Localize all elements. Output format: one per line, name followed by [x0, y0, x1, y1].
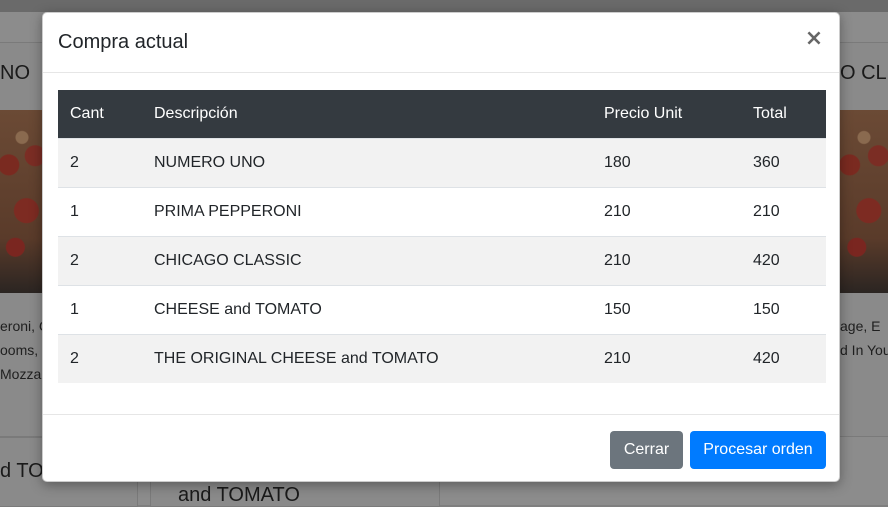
process-order-button[interactable]: Procesar orden: [690, 431, 826, 469]
table-row: 1 PRIMA PEPPERONI 210 210: [58, 186, 826, 236]
cell-qty: 2: [58, 235, 142, 285]
background-card-desc-left-2: ooms,: [0, 342, 39, 358]
cell-total: 360: [741, 137, 826, 187]
background-card-title-right: O CL: [840, 62, 887, 84]
cell-unit-price: 210: [592, 333, 741, 383]
modal-title: Compra actual: [58, 31, 189, 53]
background-pizza-image-left: [0, 110, 44, 293]
cell-qty: 1: [58, 186, 142, 236]
cell-total: 210: [741, 186, 826, 236]
table-header-row: Cant Descripción Precio Unit Total: [58, 90, 826, 138]
purchase-modal: Compra actual × Cant Descripción Precio …: [42, 12, 840, 482]
modal-header: Compra actual ×: [43, 13, 839, 73]
column-header-qty: Cant: [58, 90, 142, 138]
modal-footer: Cerrar Procesar orden: [43, 414, 839, 481]
table-row: 2 NUMERO UNO 180 360: [58, 137, 826, 187]
cell-qty: 1: [58, 284, 142, 334]
cell-description: CHICAGO CLASSIC: [142, 235, 592, 285]
cell-total: 150: [741, 284, 826, 334]
close-button[interactable]: Cerrar: [610, 431, 683, 469]
cell-unit-price: 180: [592, 137, 741, 187]
cell-unit-price: 150: [592, 284, 741, 334]
background-card-title-bottom-left: d TO: [0, 460, 44, 482]
table-row: 2 THE ORIGINAL CHEESE and TOMATO 210 420: [58, 333, 826, 383]
cell-description: CHEESE and TOMATO: [142, 284, 592, 334]
cell-total: 420: [741, 235, 826, 285]
cell-description: PRIMA PEPPERONI: [142, 186, 592, 236]
background-card-desc-right-1: age, E: [840, 318, 881, 334]
cell-unit-price: 210: [592, 235, 741, 285]
background-card-desc-right-2: d In You: [840, 342, 888, 358]
cell-qty: 2: [58, 333, 142, 383]
cell-description: THE ORIGINAL CHEESE and TOMATO: [142, 333, 592, 383]
order-table: Cant Descripción Precio Unit Total 2 NUM…: [58, 90, 826, 383]
close-icon[interactable]: ×: [803, 27, 825, 51]
background-card-title-bottom-mid: and TOMATO: [178, 484, 300, 506]
background-card-title-left: NO: [0, 62, 30, 84]
column-header-total: Total: [741, 90, 826, 138]
column-header-description: Descripción: [142, 90, 592, 138]
cell-unit-price: 210: [592, 186, 741, 236]
cell-description: NUMERO UNO: [142, 137, 592, 187]
cell-qty: 2: [58, 137, 142, 187]
cell-total: 420: [741, 333, 826, 383]
background-card-desc-left-3: Mozza: [0, 366, 42, 382]
table-row: 2 CHICAGO CLASSIC 210 420: [58, 235, 826, 285]
table-row: 1 CHEESE and TOMATO 150 150: [58, 284, 826, 334]
background-navbar: [0, 0, 888, 12]
column-header-unit-price: Precio Unit: [592, 90, 741, 138]
background-pizza-image-right: [840, 110, 888, 293]
